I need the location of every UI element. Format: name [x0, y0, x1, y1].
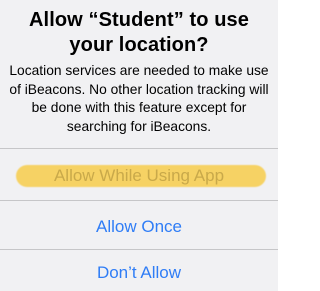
allow-once-label: Allow Once	[96, 217, 182, 236]
location-permission-dialog: Allow “Student” to use your location? Lo…	[0, 0, 278, 291]
allow-while-using-app-label: Allow While Using App	[53, 166, 225, 185]
allow-once-button[interactable]: Allow Once	[0, 204, 278, 250]
divider	[0, 200, 278, 201]
divider	[0, 148, 278, 149]
dont-allow-label: Don’t Allow	[96, 263, 182, 282]
dialog-title: Allow “Student” to use your location?	[29, 9, 249, 56]
allow-while-using-app-button[interactable]: Allow While Using App	[0, 153, 278, 199]
dialog-message: Location services are needed to make use…	[9, 63, 269, 134]
dont-allow-button[interactable]: Don’t Allow	[0, 250, 278, 291]
